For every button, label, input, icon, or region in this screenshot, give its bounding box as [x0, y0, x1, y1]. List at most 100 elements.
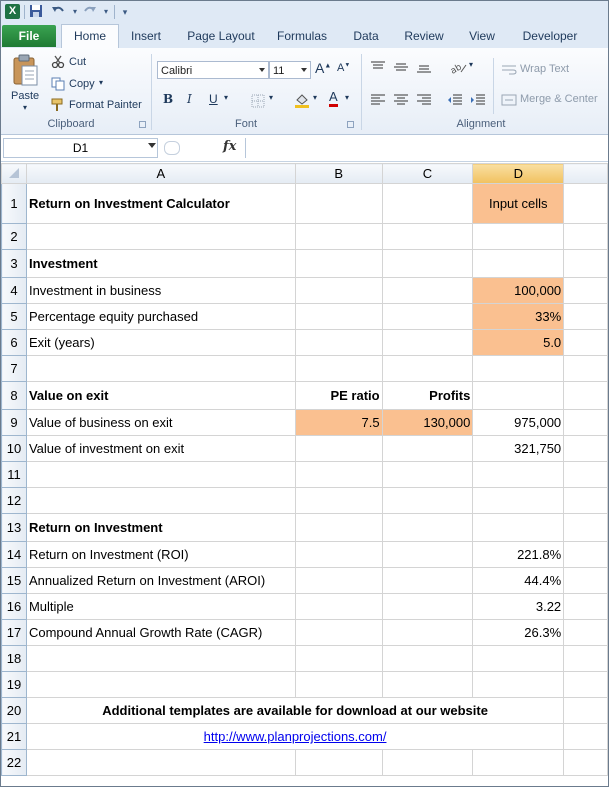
- copy-dropdown-icon[interactable]: ▾: [99, 78, 103, 87]
- cell-d6-input[interactable]: 5.0: [472, 329, 565, 356]
- font-color-dropdown-icon[interactable]: ▾: [345, 93, 349, 102]
- row-header[interactable]: 3: [1, 249, 27, 278]
- cell[interactable]: [381, 277, 474, 304]
- row-header[interactable]: 21: [1, 723, 27, 750]
- cell[interactable]: [563, 697, 608, 724]
- font-size-select[interactable]: 11: [269, 61, 311, 79]
- row-header[interactable]: 2: [1, 223, 27, 250]
- cell-a5-label[interactable]: Percentage equity purchased: [25, 303, 296, 330]
- cell[interactable]: [563, 593, 608, 620]
- row-header[interactable]: 14: [1, 541, 27, 568]
- row-header[interactable]: 20: [1, 697, 27, 724]
- row-header[interactable]: 19: [1, 671, 27, 698]
- tab-data[interactable]: Data: [345, 25, 387, 47]
- cell[interactable]: [563, 461, 608, 488]
- cell[interactable]: [25, 461, 296, 488]
- cell-d9-value[interactable]: 975,000: [472, 409, 565, 436]
- decrease-indent-icon[interactable]: [447, 93, 463, 111]
- cell-d14-value[interactable]: 221.8%: [472, 541, 565, 568]
- cell[interactable]: [563, 723, 608, 750]
- cell[interactable]: [294, 541, 383, 568]
- formula-input[interactable]: [245, 138, 607, 158]
- cell[interactable]: [563, 513, 608, 542]
- cell[interactable]: [563, 487, 608, 514]
- cell[interactable]: [381, 645, 474, 672]
- cell[interactable]: [381, 671, 474, 698]
- column-header-c[interactable]: C: [381, 163, 474, 184]
- cell-a15-label[interactable]: Annualized Return on Investment (AROI): [25, 567, 296, 594]
- tab-file[interactable]: File: [2, 25, 56, 47]
- merge-center-button[interactable]: Merge & Center: [520, 93, 598, 105]
- cell[interactable]: [25, 223, 296, 250]
- column-header-e[interactable]: [563, 163, 608, 184]
- cell[interactable]: [294, 223, 383, 250]
- row-header[interactable]: 22: [1, 749, 27, 776]
- font-name-select[interactable]: Calibri: [157, 61, 269, 79]
- cell[interactable]: [563, 671, 608, 698]
- redo-icon[interactable]: [82, 4, 98, 20]
- cell-d4-input[interactable]: 100,000: [472, 277, 565, 304]
- cell[interactable]: [294, 593, 383, 620]
- cell[interactable]: [563, 749, 608, 776]
- tab-home[interactable]: Home: [61, 24, 119, 48]
- row-header[interactable]: 11: [1, 461, 27, 488]
- cell[interactable]: [563, 409, 608, 436]
- cell[interactable]: [381, 487, 474, 514]
- cell[interactable]: [563, 435, 608, 462]
- cell-a16-label[interactable]: Multiple: [25, 593, 296, 620]
- cell-b8-header[interactable]: PE ratio: [294, 381, 383, 410]
- row-header[interactable]: 17: [1, 619, 27, 646]
- cell[interactable]: [472, 461, 565, 488]
- row-header[interactable]: 8: [1, 381, 27, 410]
- cell[interactable]: [381, 249, 474, 278]
- row-header[interactable]: 15: [1, 567, 27, 594]
- wrap-text-button[interactable]: Wrap Text: [520, 63, 569, 75]
- copy-button[interactable]: Copy: [69, 78, 95, 90]
- row-header[interactable]: 1: [1, 183, 27, 224]
- cell-d5-input[interactable]: 33%: [472, 303, 565, 330]
- undo-icon[interactable]: [50, 4, 66, 20]
- cell[interactable]: [563, 223, 608, 250]
- cell[interactable]: [294, 329, 383, 356]
- cell-c8-header[interactable]: Profits: [381, 381, 474, 410]
- tab-page-layout[interactable]: Page Layout: [181, 25, 261, 47]
- undo-dropdown-icon[interactable]: ▾: [67, 4, 83, 20]
- cell-b9-input[interactable]: 7.5: [294, 409, 383, 436]
- tab-formulas[interactable]: Formulas: [271, 25, 333, 47]
- select-all-corner[interactable]: [1, 163, 27, 184]
- cell[interactable]: [563, 183, 608, 224]
- row-header[interactable]: 18: [1, 645, 27, 672]
- font-launcher-icon[interactable]: [347, 121, 354, 128]
- name-box-dropdown-icon[interactable]: [148, 143, 156, 148]
- cell-d16-value[interactable]: 3.22: [472, 593, 565, 620]
- cell-a14-label[interactable]: Return on Investment (ROI): [25, 541, 296, 568]
- align-right-icon[interactable]: [416, 93, 432, 111]
- cell[interactable]: [563, 645, 608, 672]
- font-color-icon[interactable]: A: [329, 90, 338, 107]
- tab-insert[interactable]: Insert: [123, 25, 169, 47]
- paste-button[interactable]: Paste: [11, 90, 39, 102]
- cell[interactable]: [381, 513, 474, 542]
- borders-icon[interactable]: [251, 94, 265, 113]
- cell[interactable]: [381, 435, 474, 462]
- tab-developer[interactable]: Developer: [515, 25, 585, 47]
- align-left-icon[interactable]: [370, 93, 386, 111]
- row-header[interactable]: 9: [1, 409, 27, 436]
- cell-a13-section-heading[interactable]: Return on Investment: [25, 513, 296, 542]
- paste-icon[interactable]: [11, 54, 39, 93]
- row-header[interactable]: 13: [1, 513, 27, 542]
- fill-color-dropdown-icon[interactable]: ▾: [313, 93, 317, 102]
- cell[interactable]: [25, 355, 296, 382]
- cell[interactable]: [472, 671, 565, 698]
- cell[interactable]: [381, 223, 474, 250]
- excel-logo-icon[interactable]: X: [5, 4, 20, 19]
- cell[interactable]: [563, 567, 608, 594]
- cell[interactable]: [294, 567, 383, 594]
- align-top-icon[interactable]: [370, 60, 386, 78]
- row-header[interactable]: 16: [1, 593, 27, 620]
- cell[interactable]: [563, 619, 608, 646]
- cell[interactable]: [294, 355, 383, 382]
- cell-a8-section-heading[interactable]: Value on exit: [25, 381, 296, 410]
- cell[interactable]: [381, 461, 474, 488]
- cell-d15-value[interactable]: 44.4%: [472, 567, 565, 594]
